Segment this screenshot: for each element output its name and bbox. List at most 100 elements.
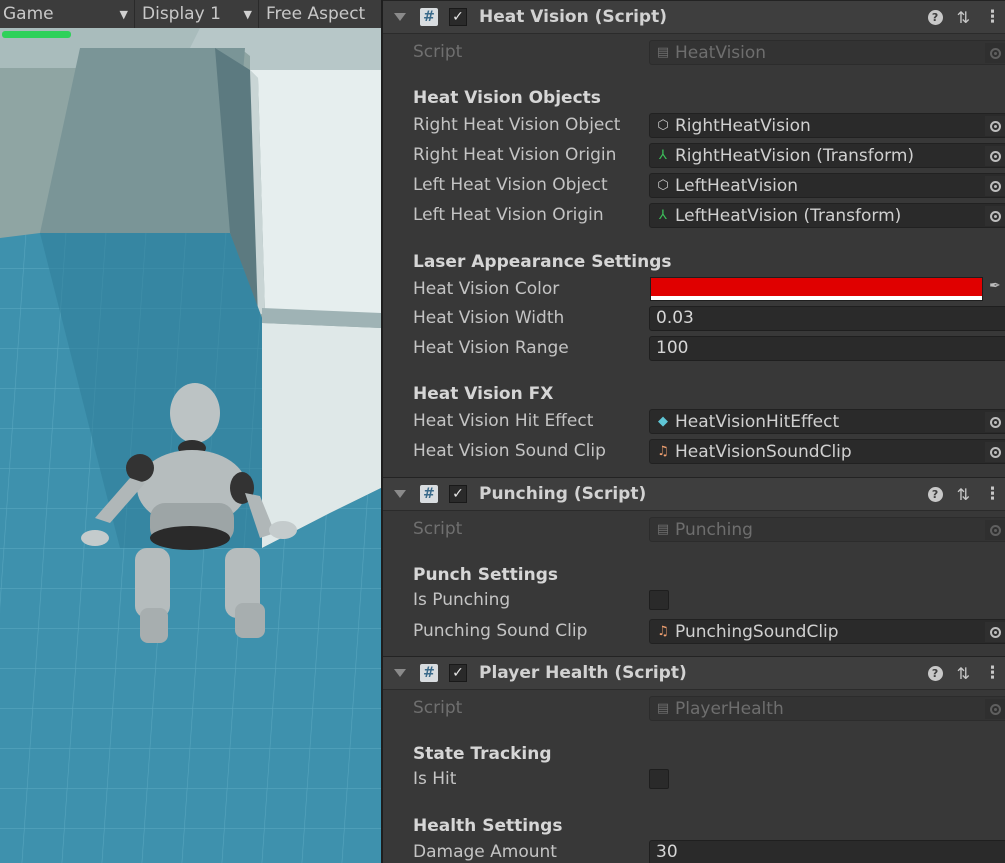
section-heading: Laser Appearance Settings	[413, 252, 672, 272]
component-header-heat-vision[interactable]: # ✓ Heat Vision (Script) ? ⇅ ⋮	[383, 0, 1005, 34]
field-label: Left Heat Vision Object	[413, 175, 608, 195]
object-picker-icon[interactable]	[985, 116, 1005, 136]
gameobject-icon: ⬡	[657, 118, 669, 133]
script-row: Script ▤ Punching	[383, 515, 1005, 543]
component-header-punching[interactable]: # ✓ Punching (Script) ? ⇅ ⋮	[383, 477, 1005, 511]
field-row: Is Punching	[383, 586, 1005, 614]
object-picker-icon[interactable]	[985, 412, 1005, 432]
foldout-arrow-icon[interactable]	[394, 13, 406, 21]
help-icon[interactable]: ?	[927, 486, 943, 502]
object-field[interactable]: ◆ HeatVisionHitEffect	[649, 409, 1005, 434]
field-row: Damage Amount 30	[383, 838, 1005, 863]
object-picker-icon	[985, 43, 1005, 63]
chevron-down-icon: ▼	[119, 7, 128, 21]
section-heading: Punch Settings	[413, 565, 559, 585]
is-punching-checkbox[interactable]	[649, 590, 669, 610]
field-value: RightHeatVision (Transform)	[675, 145, 915, 166]
field-value: HeatVisionHitEffect	[675, 411, 840, 432]
script-file-icon: ▤	[656, 45, 670, 60]
color-swatch-fill	[651, 278, 982, 296]
component-enabled-checkbox[interactable]: ✓	[449, 8, 467, 26]
field-row: Heat Vision Width 0.03	[383, 304, 1005, 332]
field-row: Heat Vision Hit Effect ◆ HeatVisionHitEf…	[383, 407, 1005, 435]
component-enabled-checkbox[interactable]: ✓	[449, 664, 467, 682]
game-view[interactable]: Game ▼ Display 1 ▼ Free Aspect	[0, 0, 381, 863]
field-value: LeftHeatVision	[675, 175, 799, 196]
object-field[interactable]: ♫ PunchingSoundClip	[649, 619, 1005, 644]
field-value: HeatVision	[675, 42, 767, 63]
script-file-icon: ▤	[656, 522, 670, 537]
float-input[interactable]: 0.03	[649, 306, 1005, 331]
object-picker-icon[interactable]	[985, 146, 1005, 166]
section-heading: Health Settings	[413, 816, 563, 836]
object-field[interactable]: ⬡ LeftHeatVision	[649, 173, 1005, 198]
presets-icon[interactable]: ⇅	[957, 485, 970, 504]
game-toolbar: Game ▼ Display 1 ▼ Free Aspect	[0, 0, 381, 28]
script-reference-field: ▤ PlayerHealth	[649, 696, 1005, 721]
presets-icon[interactable]: ⇅	[957, 664, 970, 683]
more-options-icon[interactable]: ⋮	[984, 7, 1001, 27]
field-row: Heat Vision Color ✒	[383, 275, 1005, 303]
component-title: Player Health (Script)	[479, 663, 687, 683]
help-icon[interactable]: ?	[927, 9, 943, 25]
object-picker-icon[interactable]	[985, 622, 1005, 642]
prefab-icon: ◆	[658, 414, 668, 429]
field-label: Left Heat Vision Origin	[413, 205, 604, 225]
object-field[interactable]: ⅄ RightHeatVision (Transform)	[649, 143, 1005, 168]
field-label: Is Punching	[413, 590, 511, 610]
float-input[interactable]: 100	[649, 336, 1005, 361]
eyedropper-icon[interactable]: ✒	[989, 278, 1005, 298]
field-label: Script	[413, 519, 463, 539]
chevron-down-icon: ▼	[243, 7, 252, 21]
more-options-icon[interactable]: ⋮	[984, 663, 1001, 683]
float-input[interactable]: 30	[649, 840, 1005, 863]
help-icon[interactable]: ?	[927, 665, 943, 681]
field-row: Right Heat Vision Origin ⅄ RightHeatVisi…	[383, 141, 1005, 169]
foldout-arrow-icon[interactable]	[394, 490, 406, 498]
object-field[interactable]: ⅄ LeftHeatVision (Transform)	[649, 203, 1005, 228]
script-hash-icon: #	[420, 485, 438, 503]
field-value: RightHeatVision	[675, 115, 811, 136]
transform-icon: ⅄	[659, 148, 667, 163]
audioclip-icon: ♫	[657, 444, 669, 459]
gameobject-icon: ⬡	[657, 178, 669, 193]
field-label: Damage Amount	[413, 842, 557, 862]
game-scene	[0, 28, 381, 863]
field-value: PlayerHealth	[675, 698, 784, 719]
object-picker-icon[interactable]	[985, 206, 1005, 226]
component-header-player-health[interactable]: # ✓ Player Health (Script) ? ⇅ ⋮	[383, 656, 1005, 690]
foldout-arrow-icon[interactable]	[394, 669, 406, 677]
aspect-label: Free Aspect	[266, 4, 366, 24]
field-value: Punching	[675, 519, 753, 540]
object-picker-icon[interactable]	[985, 176, 1005, 196]
object-field[interactable]: ⬡ RightHeatVision	[649, 113, 1005, 138]
aspect-dropdown[interactable]: Free Aspect	[259, 0, 371, 28]
more-options-icon[interactable]: ⋮	[984, 484, 1001, 504]
game-view-dropdown[interactable]: Game ▼	[0, 0, 134, 28]
field-row: Right Heat Vision Object ⬡ RightHeatVisi…	[383, 111, 1005, 139]
section-heading: Heat Vision Objects	[413, 88, 601, 108]
field-label: Heat Vision Width	[413, 308, 565, 328]
script-reference-field: ▤ Punching	[649, 517, 1005, 542]
field-label: Heat Vision Sound Clip	[413, 441, 606, 461]
presets-icon[interactable]: ⇅	[957, 8, 970, 27]
field-row: Left Heat Vision Origin ⅄ LeftHeatVision…	[383, 201, 1005, 229]
field-row: Left Heat Vision Object ⬡ LeftHeatVision	[383, 171, 1005, 199]
field-label: Heat Vision Hit Effect	[413, 411, 594, 431]
display-label: Display 1	[142, 4, 221, 24]
section-heading: Heat Vision FX	[413, 384, 554, 404]
field-label: Right Heat Vision Object	[413, 115, 621, 135]
script-hash-icon: #	[420, 664, 438, 682]
color-field[interactable]	[650, 277, 983, 301]
object-picker-icon[interactable]	[985, 442, 1005, 462]
field-label: Script	[413, 42, 463, 62]
display-dropdown[interactable]: Display 1 ▼	[135, 0, 258, 28]
object-picker-icon	[985, 520, 1005, 540]
component-enabled-checkbox[interactable]: ✓	[449, 485, 467, 503]
field-label: Script	[413, 698, 463, 718]
object-picker-icon	[985, 699, 1005, 719]
transform-icon: ⅄	[659, 208, 667, 223]
object-field[interactable]: ♫ HeatVisionSoundClip	[649, 439, 1005, 464]
is-hit-checkbox[interactable]	[649, 769, 669, 789]
script-row: Script ▤ PlayerHealth	[383, 694, 1005, 722]
